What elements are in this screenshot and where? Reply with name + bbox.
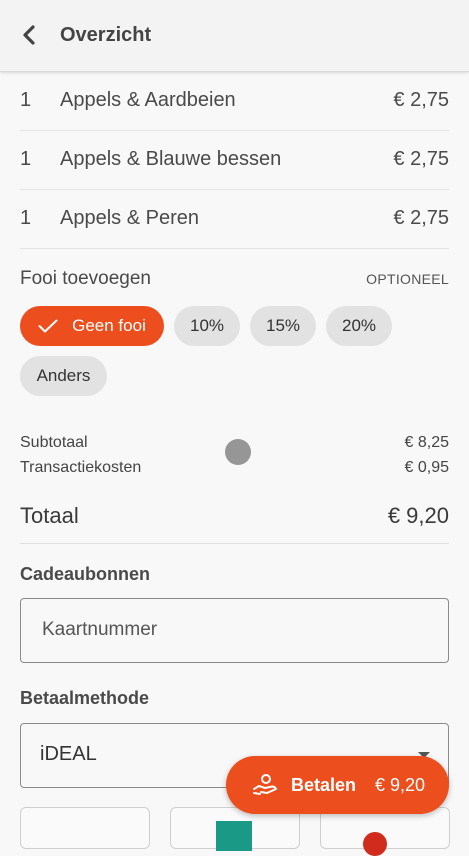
total-row: Totaal € 9,20: [20, 503, 449, 529]
pay-button-amount: € 9,20: [375, 775, 426, 795]
gift-card-number-input[interactable]: [40, 618, 424, 642]
pay-button-label: Betalen: [291, 775, 357, 795]
item-price: € 2,75: [393, 148, 449, 170]
order-item: 1 Appels & Blauwe bessen € 2,75: [20, 131, 449, 190]
item-name: Appels & Aardbeien: [60, 89, 236, 111]
order-item: 1 Appels & Peren € 2,75: [20, 190, 449, 249]
gift-card-field[interactable]: [20, 598, 449, 663]
checkmark-icon: [38, 319, 58, 333]
payment-logo-icon: [216, 821, 252, 851]
hand-coin-icon: [253, 774, 277, 795]
divider: [20, 543, 449, 544]
chevron-left-icon: [23, 25, 35, 45]
app-header: Overzicht: [0, 0, 469, 72]
tip-option-15[interactable]: 15%: [250, 306, 316, 346]
fee-value: € 0,95: [404, 459, 449, 476]
item-price: € 2,75: [393, 89, 449, 111]
order-item: 1 Appels & Aardbeien € 2,75: [20, 72, 449, 131]
touch-indicator: [225, 439, 251, 465]
tip-option-label: Geen fooi: [72, 316, 146, 335]
total-label: Totaal: [20, 503, 79, 528]
item-name: Appels & Peren: [60, 207, 199, 229]
tip-header: Fooi toevoegen OPTIONEEL: [20, 268, 449, 292]
fee-label: Transactiekosten: [20, 459, 142, 476]
tip-option-label: Anders: [36, 366, 91, 385]
item-quantity: 1: [20, 207, 32, 229]
tip-title: Fooi toevoegen: [20, 268, 151, 289]
payment-option-card[interactable]: [20, 807, 150, 849]
gift-card-title: Cadeaubonnen: [20, 564, 151, 584]
tip-option-label: 10%: [189, 316, 225, 335]
tip-option-20[interactable]: 20%: [326, 306, 392, 346]
item-quantity: 1: [20, 148, 32, 170]
payment-logo-icon: [363, 832, 387, 856]
tip-option-label: 15%: [265, 316, 301, 335]
subtotal-value: € 8,25: [404, 434, 449, 451]
item-name: Appels & Blauwe bessen: [60, 148, 282, 170]
item-quantity: 1: [20, 89, 32, 111]
back-button[interactable]: [14, 20, 44, 50]
subtotal-label: Subtotaal: [20, 434, 88, 451]
tip-option-no-tip[interactable]: Geen fooi: [20, 306, 164, 346]
tip-optional-label: OPTIONEEL: [366, 271, 449, 287]
total-value: € 9,20: [387, 503, 449, 528]
tip-option-other[interactable]: Anders: [20, 356, 107, 396]
page-title: Overzicht: [60, 24, 152, 46]
pay-button[interactable]: Betalen € 9,20: [226, 756, 449, 814]
tip-option-label: 20%: [341, 316, 377, 335]
order-items-list: 1 Appels & Aardbeien € 2,75 1 Appels & B…: [20, 72, 449, 249]
payment-method-value: iDEAL: [40, 743, 97, 765]
tip-option-10[interactable]: 10%: [174, 306, 240, 346]
payment-method-title: Betaalmethode: [20, 688, 150, 708]
item-price: € 2,75: [393, 207, 449, 229]
